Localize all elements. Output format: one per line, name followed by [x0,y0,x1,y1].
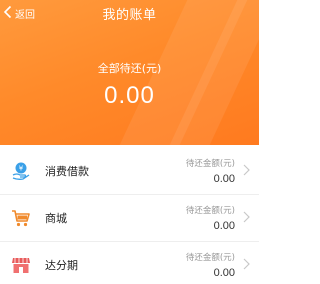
chevron-right-icon [243,258,250,270]
due-amount-label: 待还金额(元) [185,206,235,216]
nav-bar: 返回 我的账单 [0,0,259,26]
due-amount-value: 0.00 [213,173,235,185]
bill-row-installment[interactable]: 达分期 待还金额(元) 0.00 [0,242,259,284]
svg-text:¥: ¥ [19,165,24,173]
header-banner: 返回 我的账单 全部待还(元) 0.00 [0,0,259,145]
due-amount-label: 待还金额(元) [185,159,235,169]
bill-row-consumer-loan[interactable]: ¥ 消费借款 待还金额(元) 0.00 [0,148,259,195]
total-due-amount: 0.00 [104,82,155,109]
chevron-right-icon [243,211,250,223]
due-amount-value: 0.00 [213,220,235,232]
loan-icon: ¥ [11,161,31,181]
bill-row-mall[interactable]: 商城 待还金额(元) 0.00 [0,195,259,242]
shopping-cart-icon [11,208,31,228]
page-title: 我的账单 [102,8,157,23]
bill-list: ¥ 消费借款 待还金额(元) 0.00 商城 待还金额(元) 0.00 达分期 … [0,145,259,284]
total-due-label: 全部待还(元) [97,62,162,75]
store-icon [11,255,31,275]
due-amount-label: 待还金额(元) [185,253,235,263]
bill-row-name: 达分期 [45,259,78,272]
due-amount-value: 0.00 [213,267,235,279]
bill-row-name: 消费借款 [45,165,89,178]
chevron-right-icon [243,164,250,176]
bill-row-name: 商城 [45,212,67,225]
